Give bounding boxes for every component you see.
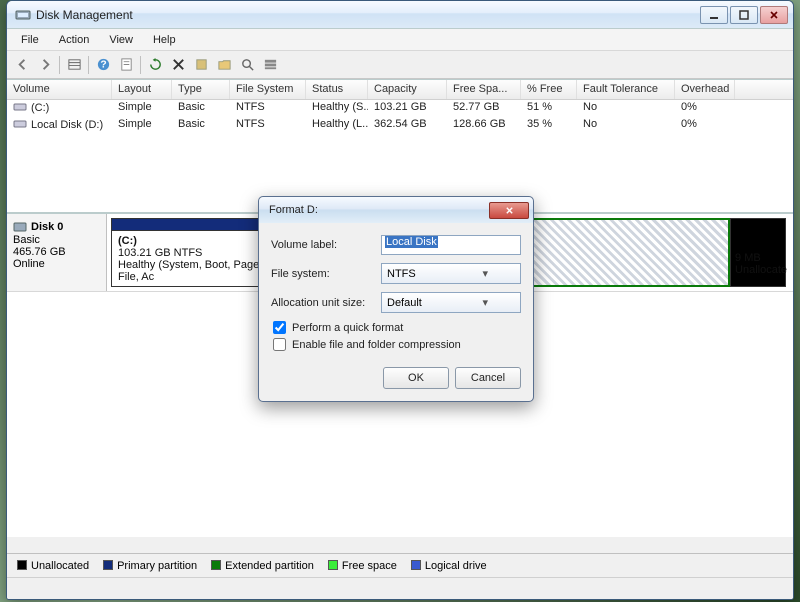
minimize-button[interactable] [700,6,728,24]
compression-label: Enable file and folder compression [292,339,461,351]
menubar: File Action View Help [7,29,793,51]
header-ft[interactable]: Fault Tolerance [577,80,675,99]
disk-icon [13,220,27,234]
cancel-button[interactable]: Cancel [455,367,521,389]
volume-row[interactable]: Local Disk (D:) Simple Basic NTFS Health… [7,117,793,134]
drive-icon [13,118,27,130]
view-button[interactable] [63,54,85,76]
close-button[interactable] [760,6,788,24]
window-title: Disk Management [36,8,700,22]
drive-icon [13,101,27,113]
volume-label-input[interactable]: Local Disk [381,235,521,255]
header-filesystem[interactable]: File System [230,80,306,99]
chevron-down-icon: ▾ [453,296,519,309]
volume-list: Volume Layout Type File System Status Ca… [7,79,793,213]
header-overhead[interactable]: Overhead [675,80,735,99]
quick-format-label: Perform a quick format [292,322,403,334]
dialog-close-button[interactable] [489,202,529,219]
properties-button[interactable] [115,54,137,76]
list-header[interactable]: Volume Layout Type File System Status Ca… [7,80,793,100]
statusbar [7,577,793,599]
filesystem-label: File system: [271,268,381,280]
header-status[interactable]: Status [306,80,368,99]
allocation-select[interactable]: Default▾ [381,292,521,313]
menu-file[interactable]: File [11,31,49,49]
help-button[interactable]: ? [92,54,114,76]
zoom-icon[interactable] [236,54,258,76]
menu-view[interactable]: View [99,31,143,49]
chevron-down-icon: ▾ [453,267,519,280]
menu-help[interactable]: Help [143,31,186,49]
format-dialog: Format D: Volume label: Local Disk File … [258,196,534,402]
partition-c[interactable]: (C:) 103.21 GB NTFS Healthy (System, Boo… [111,218,269,287]
header-free[interactable]: Free Spa... [447,80,521,99]
forward-button[interactable] [34,54,56,76]
allocation-label: Allocation unit size: [271,297,381,309]
dialog-titlebar[interactable]: Format D: [259,197,533,223]
disk-info[interactable]: Disk 0 Basic 465.76 GB Online [7,214,107,291]
toolbar: ? [7,51,793,79]
delete-icon[interactable] [167,54,189,76]
filesystem-select[interactable]: NTFS▾ [381,263,521,284]
header-pfree[interactable]: % Free [521,80,577,99]
ok-button[interactable]: OK [383,367,449,389]
header-layout[interactable]: Layout [112,80,172,99]
folder-icon[interactable] [213,54,235,76]
volume-label-label: Volume label: [271,239,381,251]
menu-action[interactable]: Action [49,31,100,49]
dialog-title: Format D: [269,204,489,216]
volume-row[interactable]: (C:) Simple Basic NTFS Healthy (S... 103… [7,100,793,117]
refresh-button[interactable] [144,54,166,76]
header-capacity[interactable]: Capacity [368,80,447,99]
settings-icon[interactable] [190,54,212,76]
compression-checkbox[interactable] [273,338,286,351]
header-type[interactable]: Type [172,80,230,99]
maximize-button[interactable] [730,6,758,24]
header-volume[interactable]: Volume [7,80,112,99]
legend: Unallocated Primary partition Extended p… [7,553,793,577]
back-button[interactable] [11,54,33,76]
titlebar[interactable]: Disk Management [7,1,793,29]
list-icon[interactable] [259,54,281,76]
svg-text:?: ? [100,59,106,70]
unallocated-label: 9 MB Unallocate [735,252,787,276]
app-icon [15,7,31,23]
quick-format-checkbox[interactable] [273,321,286,334]
